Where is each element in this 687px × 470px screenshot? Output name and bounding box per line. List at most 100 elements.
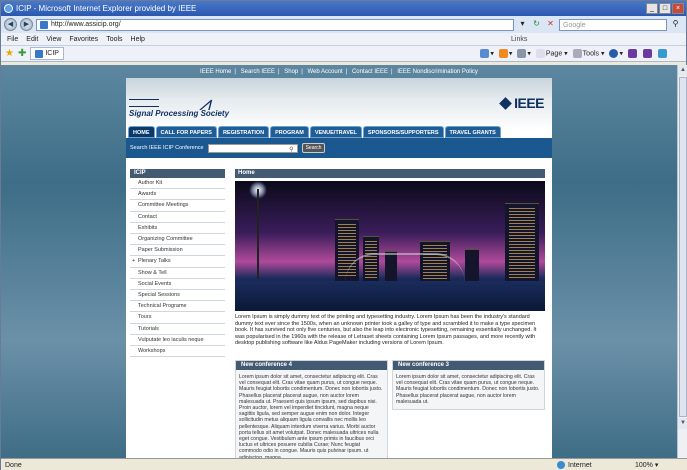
site-search-label: Search IEEE ICIP Conference	[130, 145, 204, 151]
dropdown-arrow-icon[interactable]: ▾	[517, 19, 528, 30]
sidebar-item-committee-meetings[interactable]: Committee Meetings	[130, 200, 225, 212]
nav-sponsors[interactable]: SPONSORS/SUPPORTERS	[362, 126, 444, 138]
feeds-icon[interactable]: ▾	[498, 49, 512, 58]
site-header: ⩘ Signal Processing Society IEEE HOME CA…	[126, 78, 552, 138]
title-bar: ICIP - Microsoft Internet Explorer provi…	[1, 1, 686, 16]
toolbar-extra-icon-1[interactable]	[628, 49, 638, 58]
menu-view[interactable]: View	[46, 36, 61, 43]
tools-menu-label: Tools ▾	[582, 50, 605, 58]
link-ieee-home[interactable]: IEEE Home	[200, 69, 231, 75]
tab-label: ICIP	[45, 50, 59, 57]
toolbar-extra-icon-3[interactable]	[658, 49, 668, 58]
news-box-conference-4: New conference 4 Lorem ipsum dolor sit a…	[235, 359, 388, 458]
page-menu[interactable]: Page ▾	[535, 49, 568, 58]
menu-help[interactable]: Help	[131, 36, 145, 43]
sidebar: ICIP Author Kit Awards Committee Meeting…	[130, 169, 225, 358]
sidebar-item-vulputate[interactable]: Vulputate leo iaculis neque	[130, 334, 225, 347]
site-search-input[interactable]: ⚲	[207, 143, 298, 153]
magnifier-icon: ⚲	[289, 146, 294, 153]
site-container: ⩘ Signal Processing Society IEEE HOME CA…	[126, 78, 552, 458]
close-button[interactable]: ×	[672, 3, 684, 14]
building	[465, 249, 479, 281]
maximize-button[interactable]: □	[659, 3, 671, 14]
sidebar-item-organizing-committee[interactable]: Organizing Committee	[130, 234, 225, 246]
search-icon[interactable]: ⚲	[670, 19, 681, 30]
print-icon[interactable]: ▾	[517, 49, 531, 58]
favorites-star-icon[interactable]: ★	[5, 48, 14, 59]
toolbar-extra-icon-2[interactable]	[643, 49, 653, 58]
ie-icon	[4, 4, 13, 13]
news-box-title[interactable]: New conference 4	[236, 360, 387, 370]
sidebar-item-paper-submission[interactable]: Paper Submission	[130, 245, 225, 257]
status-bar: Done Internet 100% ▾	[1, 458, 687, 470]
news-box-text: Lorem ipsum dolor sit amet, consectetur …	[396, 373, 540, 405]
link-search-ieee[interactable]: Search IEEE	[241, 69, 275, 75]
home-icon[interactable]: ▾	[480, 49, 494, 58]
site-search-button[interactable]: Search	[301, 143, 326, 153]
link-contact-ieee[interactable]: Contact IEEE	[352, 69, 388, 75]
sps-logo-lines	[129, 99, 159, 107]
street-lamp-post	[257, 189, 259, 279]
address-field[interactable]: http://www.assicip.org/	[36, 18, 514, 31]
scroll-up-arrow-icon[interactable]: ▲	[678, 65, 687, 76]
nav-program[interactable]: PROGRAM	[270, 126, 309, 138]
menu-favorites[interactable]: Favorites	[69, 36, 98, 43]
page-viewport: IEEE Home | Search IEEE | Shop | Web Accoun…	[1, 65, 677, 458]
sidebar-item-tours[interactable]: Tours	[130, 312, 225, 324]
sidebar-item-workshops[interactable]: Workshops	[130, 346, 225, 358]
ieee-logo[interactable]: IEEE	[499, 95, 544, 111]
nav-venue-travel[interactable]: VENUE/TRAVEL	[309, 126, 362, 138]
nav-call-for-papers[interactable]: CALL FOR PAPERS	[155, 126, 217, 138]
sidebar-item-exhibits[interactable]: Exhibits	[130, 222, 225, 235]
scroll-down-arrow-icon[interactable]: ▼	[678, 418, 687, 429]
river-water	[235, 281, 545, 311]
main-content: Home Lorem Ipsum is simply dummy text of…	[235, 169, 545, 458]
link-nondiscrimination[interactable]: IEEE Nondiscrimination Policy	[397, 69, 478, 75]
page-menu-label: Page ▾	[545, 50, 568, 58]
ieee-top-links: IEEE Home | Search IEEE | Shop | Web Accoun…	[200, 69, 478, 75]
menu-edit[interactable]: Edit	[26, 36, 38, 43]
tools-menu[interactable]: Tools ▾	[572, 49, 605, 58]
browser-tab[interactable]: ICIP	[30, 47, 64, 60]
nav-home[interactable]: HOME	[128, 126, 155, 138]
security-zone[interactable]: Internet	[557, 461, 592, 469]
sps-logo[interactable]: ⩘ Signal Processing Society	[129, 93, 259, 123]
sidebar-item-special-sessions[interactable]: Special Sessions	[130, 290, 225, 302]
link-web-account[interactable]: Web Account	[307, 69, 342, 75]
sidebar-item-social-events[interactable]: Social Events	[130, 278, 225, 291]
nav-registration[interactable]: REGISTRATION	[217, 126, 270, 138]
sidebar-item-technical-programe[interactable]: Technical Programe	[130, 301, 225, 313]
menu-file[interactable]: File	[7, 36, 18, 43]
news-box-title[interactable]: New conference 3	[393, 360, 544, 370]
sidebar-item-author-kit[interactable]: Author Kit	[130, 178, 225, 190]
sidebar-item-show-tell[interactable]: Show & Tell	[130, 267, 225, 279]
building	[505, 203, 539, 281]
zone-label: Internet	[568, 461, 592, 469]
sps-logo-text: Signal Processing Society	[129, 109, 230, 118]
main-nav: HOME CALL FOR PAPERS REGISTRATION PROGRA…	[126, 126, 501, 138]
window-title: ICIP - Microsoft Internet Explorer provi…	[16, 4, 197, 13]
link-shop[interactable]: Shop	[284, 69, 298, 75]
address-bar-row: ◀ ▶ http://www.assicip.org/ ▾ ↻ ✕ Google…	[1, 16, 686, 33]
scroll-thumb[interactable]	[679, 77, 687, 417]
minimize-button[interactable]: _	[646, 3, 658, 14]
sidebar-item-contact[interactable]: Contact	[130, 211, 225, 223]
menu-bar: File Edit View Favorites Tools Help Link…	[1, 33, 686, 46]
site-search-bar: Search IEEE ICIP Conference ⚲ Search	[126, 138, 552, 158]
zoom-level[interactable]: 100% ▾	[635, 461, 658, 469]
sidebar-item-tutorials[interactable]: Tutorials	[130, 323, 225, 335]
links-toolbar[interactable]: Links	[511, 36, 527, 43]
vertical-scrollbar[interactable]: ▲ ▼	[677, 65, 687, 458]
stop-icon[interactable]: ✕	[545, 19, 556, 30]
sidebar-item-awards[interactable]: Awards	[130, 189, 225, 201]
sidebar-item-plenary-talks[interactable]: Plenary Talks	[130, 256, 225, 268]
forward-button[interactable]: ▶	[20, 18, 33, 31]
nav-travel-grants[interactable]: TRAVEL GRANTS	[444, 126, 501, 138]
menu-tools[interactable]: Tools	[106, 36, 122, 43]
add-favorites-icon[interactable]: ✚	[18, 48, 26, 59]
back-button[interactable]: ◀	[4, 18, 17, 31]
search-box[interactable]: Google	[559, 18, 667, 31]
help-icon[interactable]: ▾	[609, 49, 623, 58]
command-bar: ★ ✚ ICIP ▾ ▾ ▾ Page ▾ Tools ▾ ▾	[1, 46, 686, 62]
refresh-icon[interactable]: ↻	[531, 19, 542, 30]
